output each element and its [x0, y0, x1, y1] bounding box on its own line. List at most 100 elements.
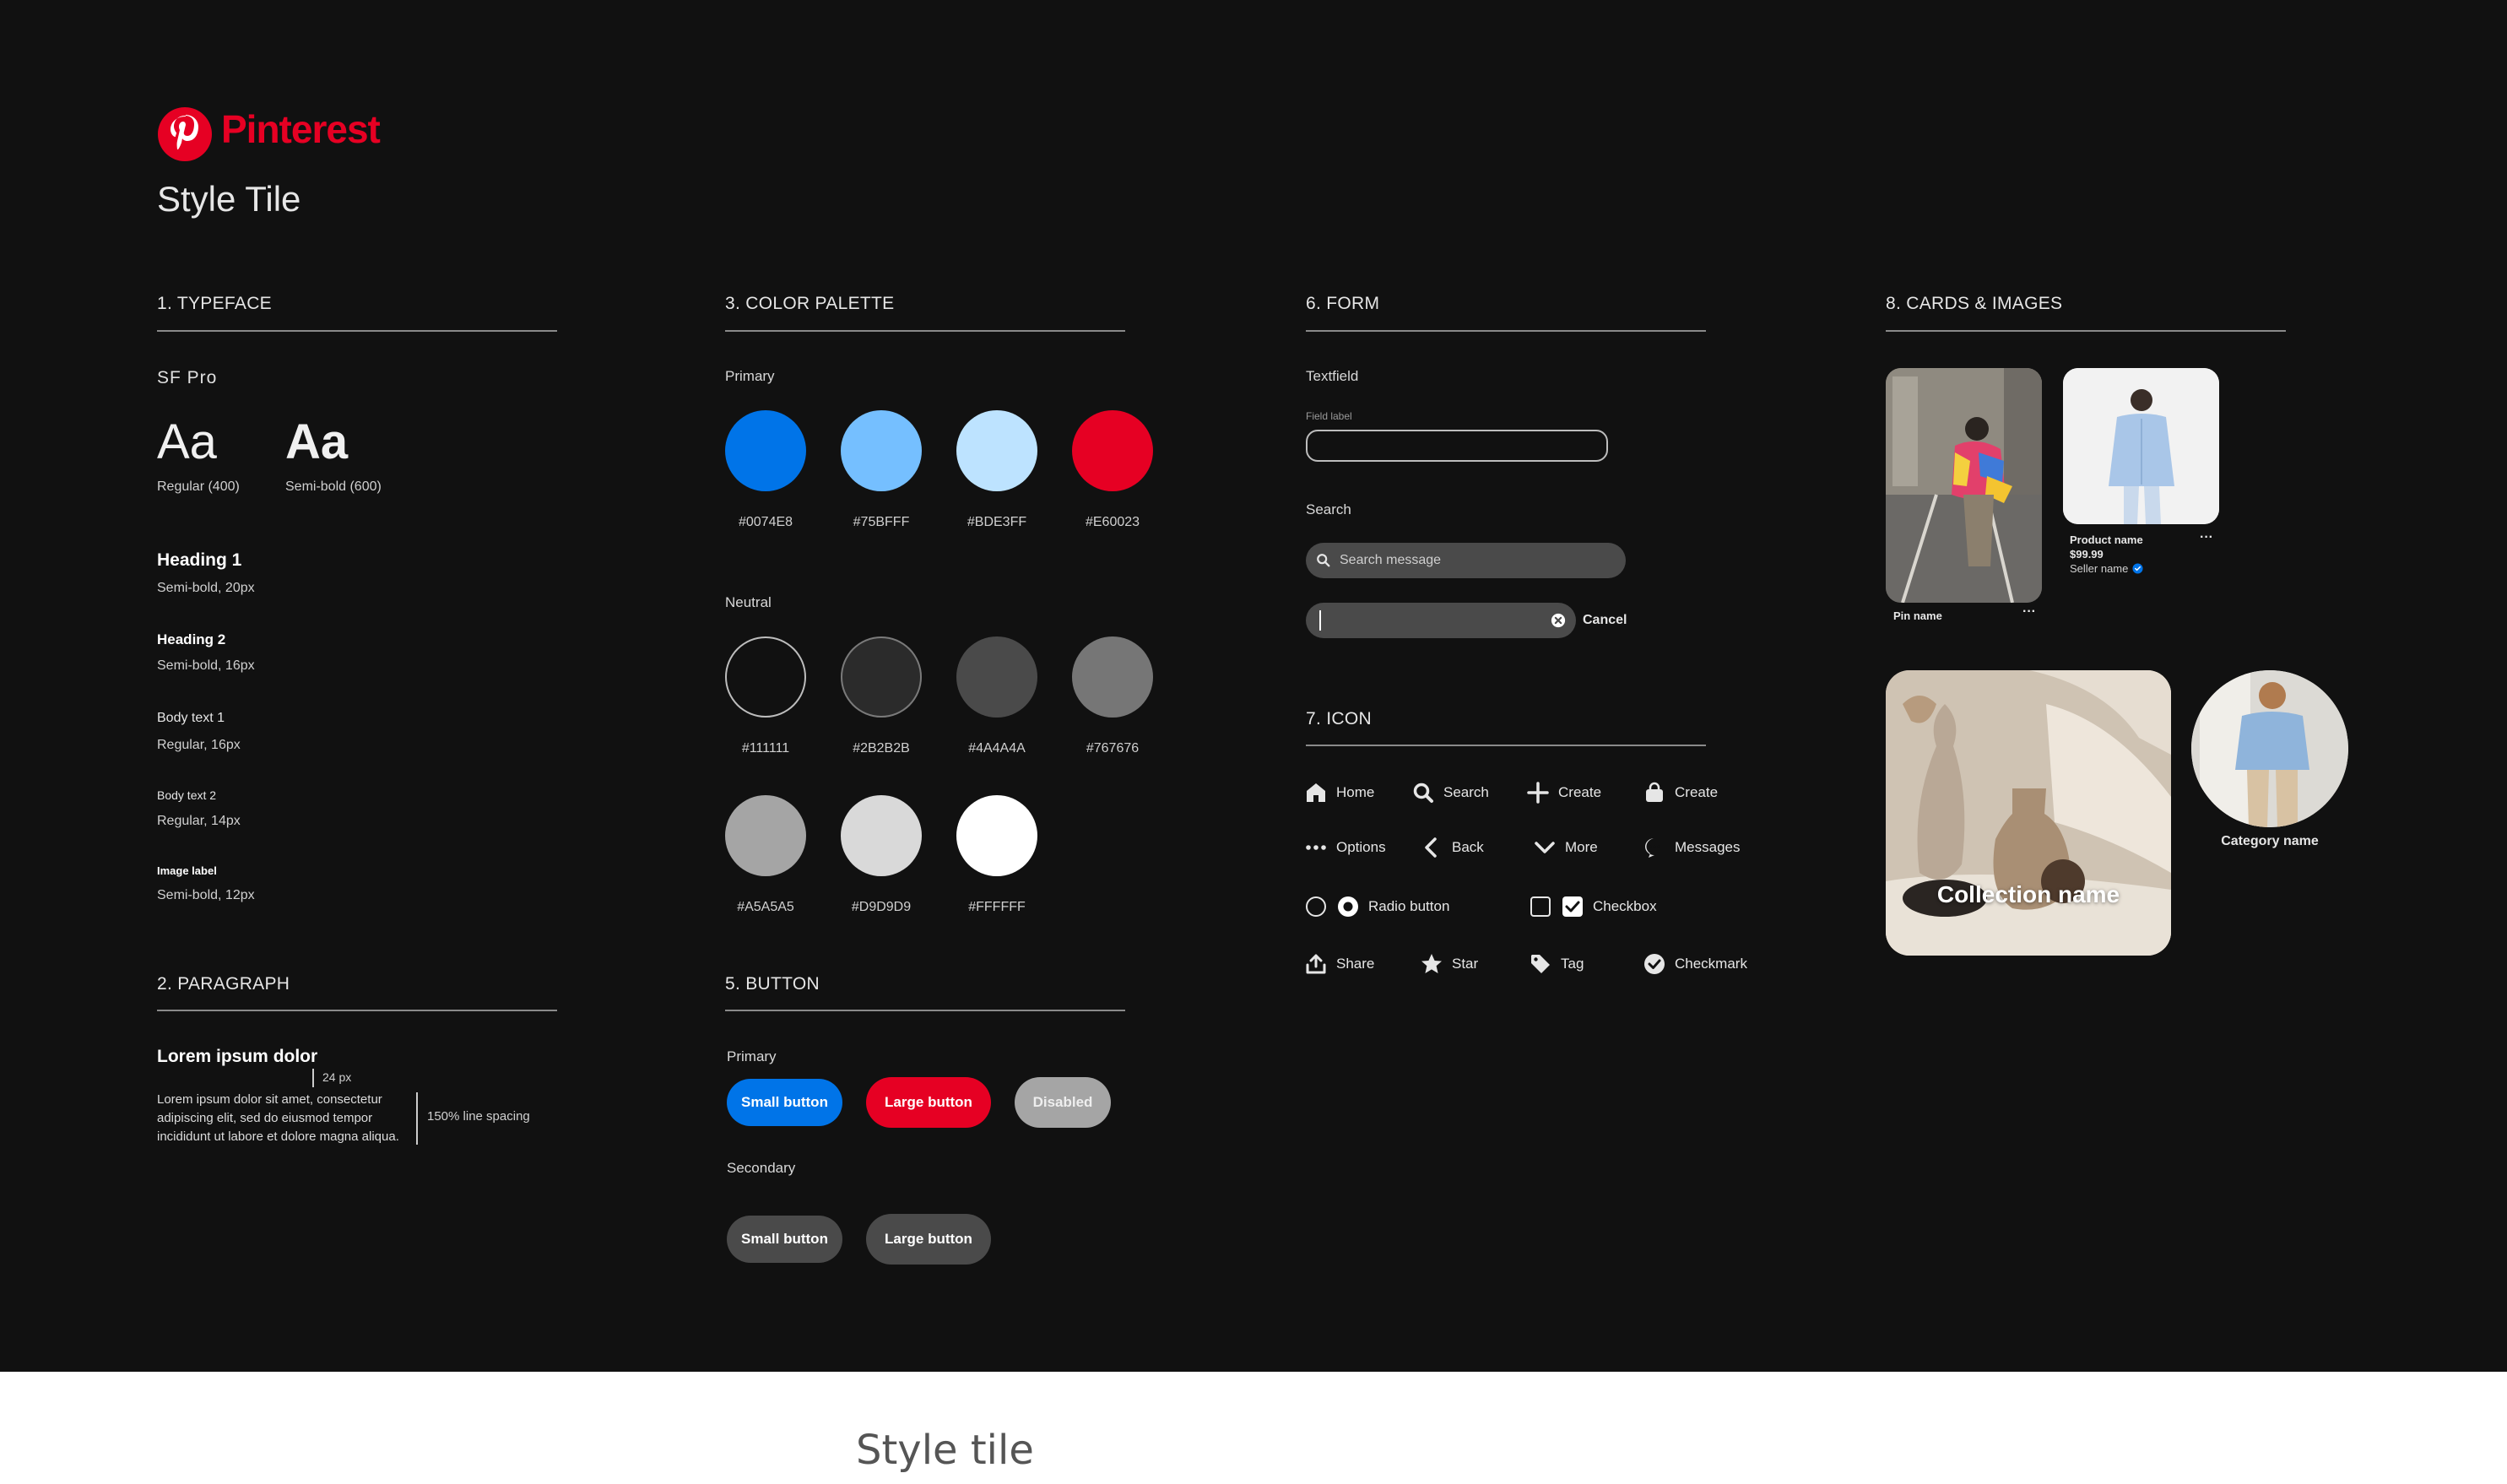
tag-icon — [1531, 955, 1550, 973]
verified-badge-icon — [2132, 563, 2143, 574]
line-spacing-marker — [416, 1092, 418, 1145]
text-field[interactable] — [1306, 430, 1608, 462]
pinterest-logo-icon — [158, 107, 212, 161]
hex-primary-3: #BDE3FF — [967, 515, 1027, 529]
chevron-left-icon — [1425, 837, 1437, 858]
icon-search-label: Search — [1443, 784, 1489, 800]
collection-card[interactable] — [1886, 670, 2171, 956]
paragraph-section-title: 2. PARAGRAPH — [157, 974, 290, 994]
icon-options-label: Options — [1336, 839, 1386, 855]
hex-primary-2: #75BFFF — [853, 515, 910, 529]
star-icon — [1421, 954, 1442, 973]
icon-checkmark[interactable]: Checkmark — [1643, 952, 1747, 976]
brand-wordmark: Pinterest — [221, 107, 381, 151]
collection-photo-graphic — [1886, 670, 2171, 956]
active-search-input[interactable] — [1306, 603, 1576, 638]
search-icon — [1413, 783, 1433, 803]
product-more-button[interactable]: ··· — [2200, 530, 2213, 545]
disabled-button: Disabled — [1015, 1077, 1111, 1128]
icon-share-label: Share — [1336, 956, 1375, 972]
pin-more-button[interactable]: ··· — [2022, 604, 2036, 620]
icon-share[interactable]: Share — [1304, 952, 1374, 976]
swatch-primary-3 — [956, 410, 1037, 491]
paragraph-gap-label: 24 px — [322, 1070, 352, 1084]
swatch-neutral-4 — [1072, 636, 1153, 718]
icon-more[interactable]: More — [1533, 836, 1598, 859]
slide-caption: Style tile — [856, 1427, 1034, 1474]
icon-back[interactable]: Back — [1420, 836, 1484, 859]
secondary-small-button[interactable]: Small button — [727, 1216, 842, 1263]
body-text-1-spec: Regular, 16px — [157, 738, 241, 752]
product-name-label: Product name — [2070, 533, 2143, 546]
icon-create-bag-label: Create — [1675, 784, 1719, 800]
primary-large-button[interactable]: Large button — [866, 1077, 991, 1128]
button-divider — [725, 1010, 1125, 1011]
collection-name-label: Collection name — [1936, 881, 2120, 907]
typeface-section-title: 1. TYPEFACE — [157, 294, 272, 313]
shopping-bag-icon — [1646, 782, 1663, 802]
swatch-neutral-1 — [725, 636, 806, 718]
checkbox-unchecked-icon[interactable] — [1529, 895, 1552, 918]
checkmark-icon — [1644, 954, 1665, 974]
seller-name-label: Seller name — [2070, 562, 2129, 575]
category-image[interactable] — [2191, 670, 2348, 827]
checkbox-checked-icon[interactable] — [1561, 895, 1584, 918]
icon-home-label: Home — [1336, 784, 1375, 800]
message-bubble-icon — [1645, 838, 1660, 858]
more-dots-icon — [1306, 845, 1326, 850]
icon-star-label: Star — [1452, 956, 1479, 972]
street-photo-graphic — [1886, 368, 2042, 603]
regular-weight-label: Regular (400) — [157, 479, 240, 494]
icon-create-plus[interactable]: Create — [1526, 781, 1601, 804]
semibold-weight-label: Semi-bold (600) — [285, 479, 382, 494]
icon-star[interactable]: Star — [1420, 952, 1478, 976]
typeface-divider — [157, 330, 557, 332]
icon-search[interactable]: Search — [1411, 781, 1489, 804]
swatch-neutral-5 — [725, 795, 806, 876]
clear-icon[interactable] — [1551, 613, 1566, 628]
icon-checkmark-label: Checkmark — [1675, 956, 1747, 972]
radio-button-sample[interactable]: Radio button — [1304, 895, 1449, 918]
form-section-title: 6. FORM — [1306, 294, 1380, 313]
regular-sample: Aa — [157, 414, 217, 469]
icon-tag[interactable]: Tag — [1529, 952, 1584, 976]
typeface-family: SF Pro — [157, 368, 218, 387]
heading-1-spec: Semi-bold, 20px — [157, 581, 255, 595]
paragraph-body-line-1: Lorem ipsum dolor sit amet, consectetur — [157, 1092, 382, 1107]
button-secondary-label: Secondary — [727, 1160, 796, 1176]
icon-create-bag[interactable]: Create — [1643, 781, 1718, 804]
search-input[interactable]: Search message — [1306, 543, 1626, 578]
paragraph-gap-marker — [312, 1069, 314, 1087]
icon-back-label: Back — [1452, 839, 1484, 855]
icon-section-title: 7. ICON — [1306, 709, 1372, 728]
product-photo-graphic — [2063, 368, 2219, 524]
form-divider — [1306, 330, 1706, 332]
body-text-2-spec: Regular, 14px — [157, 814, 241, 828]
textfield-label: Textfield — [1306, 368, 1359, 384]
primary-small-button[interactable]: Small button — [727, 1079, 842, 1126]
icon-create-plus-label: Create — [1558, 784, 1602, 800]
radio-checked-icon[interactable] — [1336, 895, 1360, 918]
icon-messages[interactable]: Messages — [1643, 836, 1740, 859]
hex-neutral-2: #2B2B2B — [853, 741, 910, 756]
product-image[interactable] — [2063, 368, 2219, 524]
image-label-sample: Image label — [157, 864, 217, 877]
hex-neutral-3: #4A4A4A — [968, 741, 1026, 756]
hex-neutral-7: #FFFFFF — [968, 900, 1026, 914]
checkbox-sample[interactable]: Checkbox — [1529, 895, 1657, 918]
chevron-down-icon — [1535, 842, 1555, 853]
icon-home[interactable]: Home — [1304, 781, 1374, 804]
cancel-button[interactable]: Cancel — [1583, 613, 1627, 628]
radio-unchecked-icon[interactable] — [1304, 895, 1328, 918]
field-label: Field label — [1306, 410, 1352, 422]
icon-options[interactable]: Options — [1304, 836, 1386, 859]
button-section-title: 5. BUTTON — [725, 974, 820, 994]
paragraph-body-line-3: incididunt ut labore et dolore magna ali… — [157, 1129, 399, 1144]
swatch-neutral-7 — [956, 795, 1037, 876]
cards-divider — [1886, 330, 2286, 332]
pin-image[interactable] — [1886, 368, 2042, 603]
icon-tag-label: Tag — [1561, 956, 1584, 972]
secondary-large-button[interactable]: Large button — [866, 1214, 991, 1265]
product-price-label: $99.99 — [2070, 548, 2104, 561]
search-placeholder: Search message — [1340, 553, 1442, 567]
